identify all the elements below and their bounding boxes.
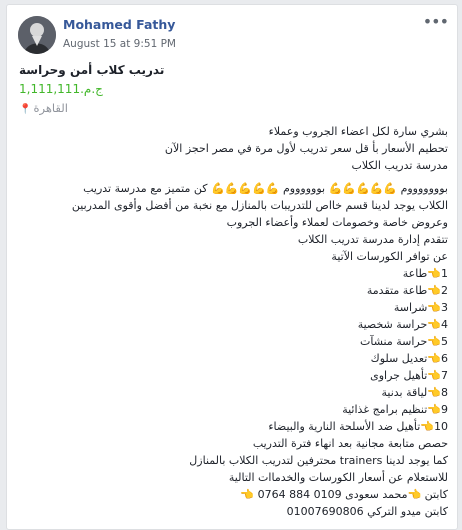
author-avatar[interactable] xyxy=(18,16,56,54)
body-line: وعروض خاصة وخصومات لعملاء وأعضاء الجروب xyxy=(226,216,448,229)
course-item: 2👈طاعة متقدمة xyxy=(366,284,448,297)
author-name[interactable]: Mohamed Fathy xyxy=(63,17,175,32)
avatar-photo-icon xyxy=(18,16,56,54)
body-line: للاستعلام عن أسعار الكورسات والخدماات ال… xyxy=(228,471,448,484)
post-body: بشري سارة لكل اعضاء الجروب وعملاء تحطيم … xyxy=(15,123,448,520)
more-options-icon[interactable]: ••• xyxy=(423,12,449,31)
listing-title: تدريب كلاب أمن وحراسة xyxy=(19,63,165,77)
course-item: 8👈لياقة بدنية xyxy=(381,386,449,399)
listing-location: 📍 القاهرة xyxy=(19,101,68,115)
body-line: مدرسة تدريب الكلاب xyxy=(351,159,449,172)
course-item: 5👈حراسة منشآت xyxy=(360,335,448,348)
course-item: 10👈تأهيل ضد الأسلحة النارية والبيضاء xyxy=(268,420,448,433)
body-line: حصص متابعة مجانية بعد انهاء فترة التدريب xyxy=(252,437,448,450)
body-line: بشري سارة لكل اعضاء الجروب وعملاء xyxy=(268,125,448,138)
body-line: بوووووووم 💪💪💪💪💪 بووووووم 💪💪💪💪💪 كن متميز … xyxy=(83,182,448,195)
body-line: الكلاب يوجد لدينا قسم خااص للتدريبات بال… xyxy=(71,199,448,212)
course-item: 9👈تنظيم برامج غذائية xyxy=(342,403,448,416)
location-text: القاهرة xyxy=(33,101,68,115)
course-item: 4👈حراسة شخصية xyxy=(357,318,448,331)
post-timestamp[interactable]: August 15 at 9:51 PM xyxy=(63,38,176,50)
course-item: 3👈شراسة xyxy=(393,301,448,314)
location-pin-icon: 📍 xyxy=(19,104,32,115)
contact-line: كابتن 👈محمد سعودى 0109 884 0764 👈 xyxy=(240,488,448,501)
body-line: عن توافر الكورسات الآتية xyxy=(331,250,448,263)
course-item: 6👈تعديل سلوك xyxy=(370,352,448,365)
contact-line: كابتن ميدو التركي 01007690806 xyxy=(286,505,448,518)
listing-price: ج.م.‏1,111,111‏ xyxy=(19,82,103,96)
body-line: تتقدم إدارة مدرسة تدريب الكلاب xyxy=(297,233,448,246)
body-line: كما يوجد لدينا trainers محترفين لتدريب ا… xyxy=(189,454,448,467)
marketplace-post-card: Mohamed Fathy August 15 at 9:51 PM ••• ت… xyxy=(6,4,458,530)
body-line: تحطيم الأسعار بأ قل سعر تدريب لأول مرة ف… xyxy=(164,142,448,155)
course-item: 1👈طاعة xyxy=(402,267,448,280)
course-item: 7👈تأهيل جراوى xyxy=(370,369,448,382)
